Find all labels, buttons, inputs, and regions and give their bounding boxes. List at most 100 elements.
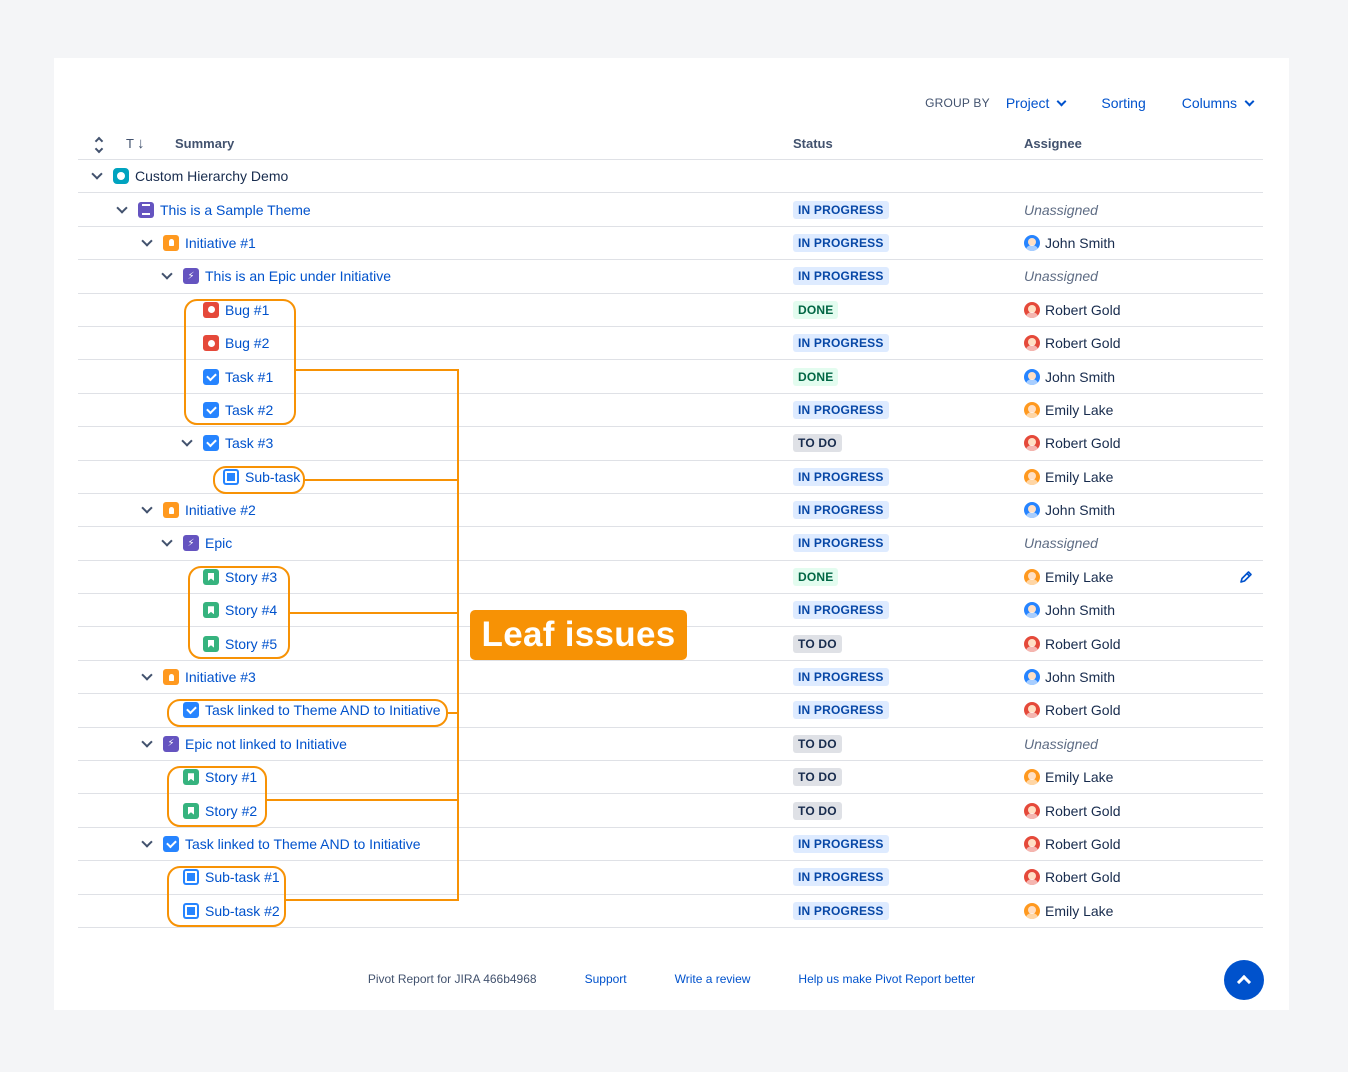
- column-header-status[interactable]: Status: [793, 128, 833, 159]
- table-header: T ↓ Summary Status Assignee: [78, 128, 1263, 160]
- issue-summary-link[interactable]: Story #3: [225, 569, 277, 585]
- table-row[interactable]: Sub-task IN PROGRESS Emily Lake: [78, 461, 1263, 494]
- status-cell: IN PROGRESS: [793, 461, 889, 493]
- table-row[interactable]: Task #2 IN PROGRESS Emily Lake: [78, 394, 1263, 428]
- assignee-name: John Smith: [1045, 502, 1116, 519]
- table-row[interactable]: This is an Epic under Initiative IN PROGR…: [78, 260, 1263, 294]
- issue-summary-link[interactable]: Sub-task #1: [205, 869, 280, 885]
- avatar: [1024, 234, 1040, 251]
- chevron-down-icon[interactable]: [141, 738, 153, 750]
- issue-summary-link[interactable]: Initiative #1: [185, 235, 256, 251]
- table-body: Custom Hierarchy Demo This is a Sample Th…: [78, 160, 1263, 928]
- sorting-button[interactable]: Sorting: [1101, 95, 1145, 111]
- status-cell: IN PROGRESS: [793, 594, 889, 626]
- issue-summary-link[interactable]: Epic: [205, 535, 232, 551]
- issue-summary-link[interactable]: Task linked to Theme AND to Initiative: [185, 836, 421, 852]
- issue-summary-link: Custom Hierarchy Demo: [135, 168, 289, 185]
- assignee-cell: Emily Lake: [1024, 394, 1113, 426]
- assignee-cell: John Smith: [1024, 661, 1115, 693]
- column-header-type[interactable]: T ↓: [126, 128, 144, 159]
- sort-arrows-icon[interactable]: [92, 128, 106, 159]
- assignee-cell: Emily Lake: [1024, 561, 1113, 593]
- footer-feedback-link[interactable]: Help us make Pivot Report better: [798, 972, 975, 986]
- status-cell: DONE: [793, 360, 839, 392]
- column-header-assignee[interactable]: Assignee: [1024, 128, 1082, 159]
- footer-review-link[interactable]: Write a review: [675, 972, 751, 986]
- table-row[interactable]: Story #1 TO DO Emily Lake: [78, 761, 1263, 795]
- issue-summary-link[interactable]: Sub-task #2: [205, 903, 280, 919]
- table-row[interactable]: This is a Sample Theme IN PROGRESS Unassig…: [78, 193, 1263, 227]
- status-badge: IN PROGRESS: [793, 501, 889, 520]
- table-row[interactable]: Initiative #2 IN PROGRESS John Smith: [78, 494, 1263, 528]
- table-row[interactable]: Initiative #1 IN PROGRESS John Smith: [78, 227, 1263, 261]
- table-row[interactable]: Task #3 TO DO Robert Gold: [78, 427, 1263, 461]
- footer-support-link[interactable]: Support: [585, 972, 627, 986]
- chevron-down-icon[interactable]: [141, 237, 153, 249]
- issue-summary-link[interactable]: Task #1: [225, 369, 273, 385]
- table-row[interactable]: Epic IN PROGRESS Unassigned: [78, 527, 1263, 561]
- issue-summary-link[interactable]: Initiative #3: [185, 669, 256, 685]
- table-row[interactable]: Task linked to Theme AND to Initiative IN…: [78, 828, 1263, 862]
- table-row[interactable]: Bug #2 IN PROGRESS Robert Gold: [78, 327, 1263, 361]
- issue-summary-link[interactable]: This is an Epic under Initiative: [205, 268, 391, 284]
- scroll-to-top-button[interactable]: [1224, 960, 1264, 1000]
- issue-summary-link[interactable]: Epic not linked to Initiative: [185, 736, 347, 752]
- issue-summary-link[interactable]: Task linked to Theme AND to Initiative: [205, 702, 441, 718]
- epic-icon: [163, 735, 179, 752]
- status-badge: DONE: [793, 567, 839, 586]
- status-cell: DONE: [793, 561, 839, 593]
- issue-summary-link[interactable]: Bug #1: [225, 302, 269, 318]
- issue-summary-link[interactable]: Story #2: [205, 803, 257, 819]
- summary-cell: Initiative #2: [141, 494, 256, 526]
- status-badge: IN PROGRESS: [793, 200, 889, 219]
- table-row[interactable]: Story #3 DONE Emily Lake: [78, 561, 1263, 595]
- summary-cell: Bug #2: [181, 327, 269, 359]
- avatar: [1024, 769, 1040, 786]
- column-header-summary[interactable]: Summary: [175, 128, 234, 159]
- table-row[interactable]: Story #2 TO DO Robert Gold: [78, 794, 1263, 828]
- avatar: [1024, 568, 1040, 585]
- issue-summary-link[interactable]: Story #5: [225, 636, 277, 652]
- columns-dropdown[interactable]: Columns: [1182, 95, 1255, 111]
- story-icon: [203, 635, 219, 652]
- table-row[interactable]: Sub-task #1 IN PROGRESS Robert Gold: [78, 861, 1263, 895]
- issue-summary-link[interactable]: Sub-task: [245, 469, 300, 485]
- status-badge: IN PROGRESS: [793, 701, 889, 720]
- issue-summary-link[interactable]: Story #4: [225, 602, 277, 618]
- chevron-down-icon: [1244, 96, 1255, 106]
- chevron-down-icon[interactable]: [141, 671, 153, 683]
- subtask-icon: [183, 902, 199, 919]
- summary-cell: Epic not linked to Initiative: [141, 728, 347, 760]
- table-row[interactable]: Bug #1 DONE Robert Gold: [78, 294, 1263, 327]
- chevron-down-icon[interactable]: [91, 170, 103, 182]
- status-cell: TO DO: [793, 627, 842, 659]
- status-badge: IN PROGRESS: [793, 835, 889, 853]
- group-by-dropdown[interactable]: Project: [1006, 95, 1067, 111]
- table-row[interactable]: Epic not linked to Initiative TO DO Unassi…: [78, 728, 1263, 762]
- summary-cell: Task #2: [181, 394, 273, 426]
- issue-summary-link[interactable]: Story #1: [205, 769, 257, 785]
- issue-summary-link[interactable]: Task #2: [225, 402, 273, 418]
- assignee-name: John Smith: [1045, 234, 1116, 251]
- chevron-down-icon[interactable]: [161, 537, 173, 549]
- chevron-down-icon[interactable]: [141, 504, 153, 516]
- table-row[interactable]: Custom Hierarchy Demo: [78, 160, 1263, 194]
- story-icon: [183, 769, 199, 786]
- pencil-icon[interactable]: [1239, 570, 1253, 584]
- table-row[interactable]: Initiative #3 IN PROGRESS John Smith: [78, 661, 1263, 695]
- table-row[interactable]: Task #1 DONE John Smith: [78, 360, 1263, 394]
- table-row[interactable]: Sub-task #2 IN PROGRESS Emily Lake: [78, 895, 1263, 928]
- chevron-down-icon[interactable]: [141, 838, 153, 850]
- assignee-name: Emily Lake: [1045, 568, 1114, 585]
- chevron-down-icon[interactable]: [181, 437, 193, 449]
- issue-summary-link[interactable]: Initiative #2: [185, 502, 256, 518]
- issue-summary-link[interactable]: Task #3: [225, 435, 273, 451]
- table-row[interactable]: Task linked to Theme AND to Initiative IN…: [78, 694, 1263, 728]
- issue-summary-link[interactable]: This is a Sample Theme: [160, 202, 311, 218]
- avatar: [1024, 502, 1040, 519]
- issue-summary-link[interactable]: Bug #2: [225, 335, 269, 351]
- assignee-cell: Emily Lake: [1024, 761, 1113, 793]
- chevron-down-icon[interactable]: [161, 270, 173, 282]
- chevron-down-icon[interactable]: [116, 204, 128, 216]
